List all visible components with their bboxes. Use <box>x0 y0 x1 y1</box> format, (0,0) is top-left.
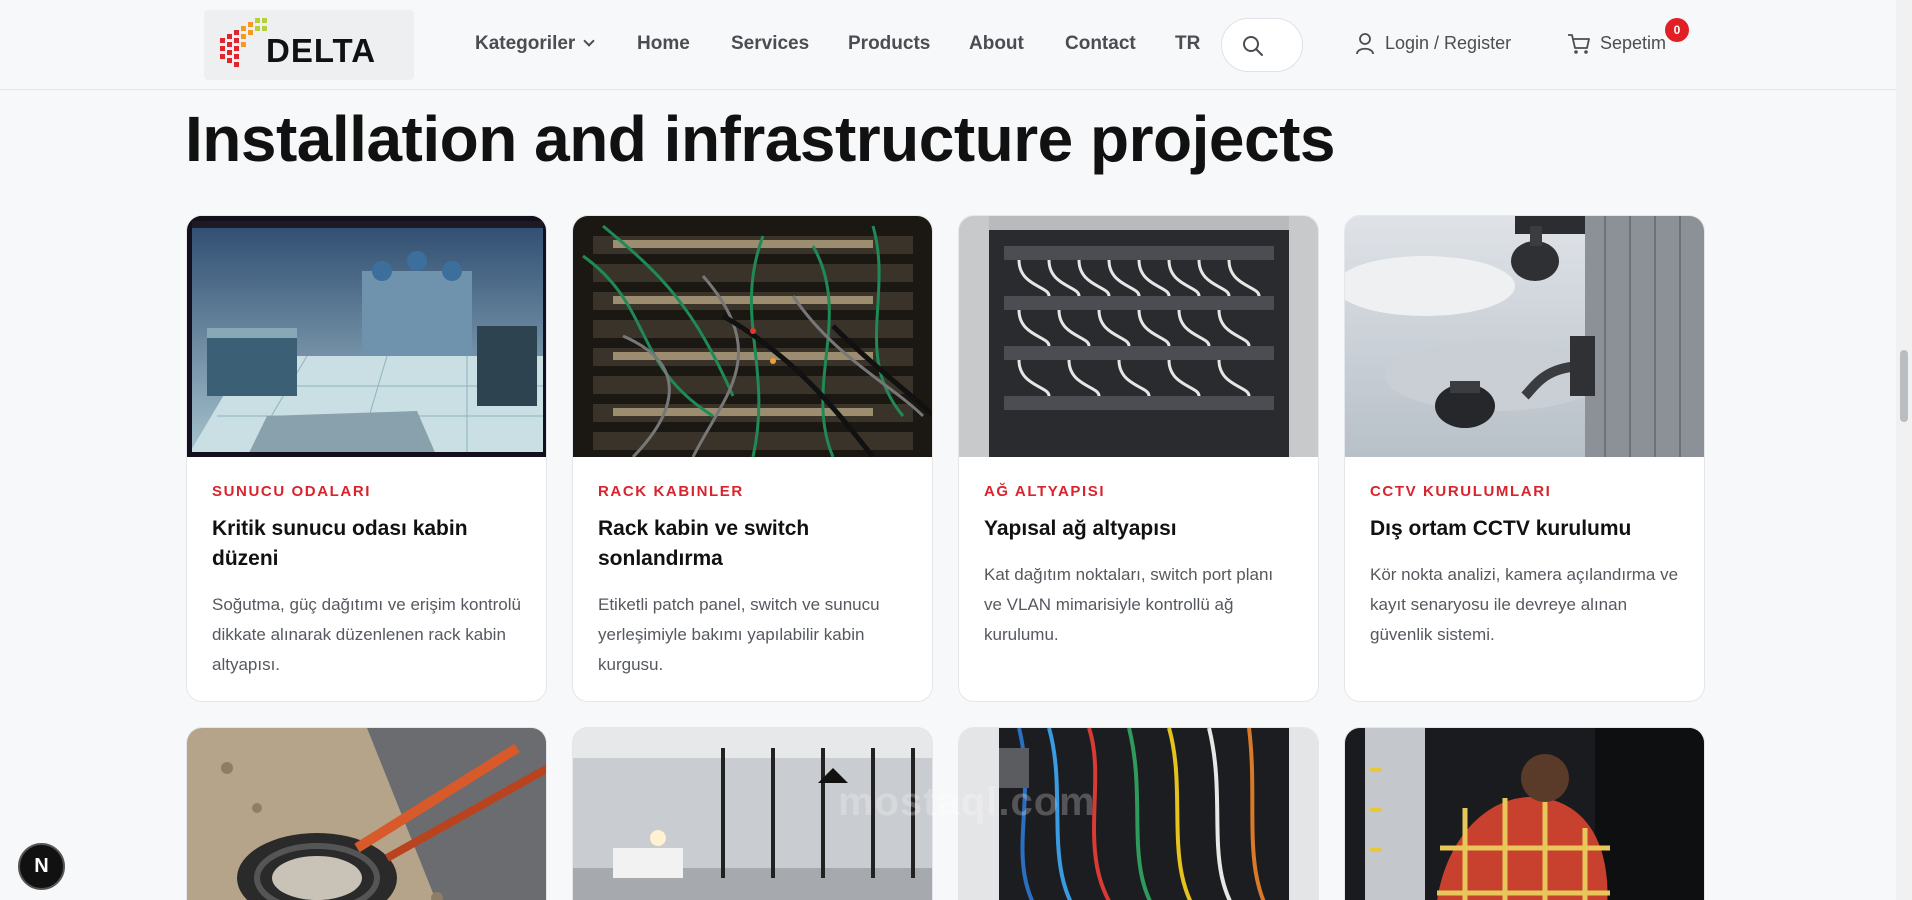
watermark-text: mostaql.com <box>838 780 1096 824</box>
nav-about[interactable]: About <box>969 33 1024 55</box>
project-card-rack-cabinet[interactable]: RACK KABINLER Rack kabin ve switch sonla… <box>572 215 933 702</box>
user-icon <box>1356 33 1374 55</box>
card-description: Kat dağıtım noktaları, switch port planı… <box>984 565 1274 644</box>
cart-icon <box>1568 34 1590 54</box>
brand-logo[interactable]: DELTA <box>204 10 414 80</box>
logo-mark-icon <box>220 18 267 67</box>
scrollbar-thumb[interactable] <box>1900 350 1908 422</box>
card-image-technician <box>1345 728 1704 900</box>
project-card-network[interactable]: AĞ ALTYAPISI Yapısal ağ altyapısı Kat da… <box>958 215 1319 702</box>
project-card-cctv[interactable]: CCTV KURULUMLARI Dış ortam CCTV kurulumu… <box>1344 215 1705 702</box>
nav-language-tr[interactable]: TR <box>1175 33 1200 55</box>
card-image-rack-cabinet <box>573 216 932 457</box>
card-image-network <box>959 216 1318 457</box>
card-category: CCTV KURULUMLARI <box>1370 483 1552 500</box>
cart-label: Sepetim <box>1600 33 1667 53</box>
card-image-server-room <box>187 216 546 457</box>
login-register-label: Login / Register <box>1385 33 1512 53</box>
logo-text: DELTA <box>266 32 377 69</box>
chevron-down-icon <box>583 35 595 47</box>
card-title[interactable]: Rack kabin ve switch sonlandırma <box>598 514 907 574</box>
nav-kategoriler[interactable]: Kategoriler <box>475 33 595 55</box>
nav-home[interactable]: Home <box>637 33 690 55</box>
card-image-fiber-cable <box>187 728 546 900</box>
card-title[interactable]: Dış ortam CCTV kurulumu <box>1370 514 1679 544</box>
project-card-technician[interactable] <box>1344 727 1705 900</box>
card-title[interactable]: Kritik sunucu odası kabin düzeni <box>212 514 521 574</box>
search-button[interactable] <box>1221 18 1303 72</box>
card-category: RACK KABINLER <box>598 483 744 500</box>
cart-link[interactable]: Sepetim <box>1567 33 1666 54</box>
section-title: Installation and infrastructure projects <box>185 103 1336 175</box>
cart-count-badge: 0 <box>1665 18 1689 42</box>
card-description: Kör nokta analizi, kamera açılandırma ve… <box>1370 565 1679 644</box>
card-category: SUNUCU ODALARI <box>212 483 372 500</box>
card-image-cctv <box>1345 216 1704 457</box>
card-title[interactable]: Yapısal ağ altyapısı <box>984 514 1293 544</box>
top-navbar: DELTA Kategoriler Home Services Products… <box>0 0 1896 90</box>
project-card-fiber-cable[interactable] <box>186 727 547 900</box>
nav-kategoriler-label: Kategoriler <box>475 33 576 54</box>
card-description: Etiketli patch panel, switch ve sunucu y… <box>598 595 880 674</box>
page-scrollbar[interactable] <box>1896 0 1912 900</box>
card-description: Soğutma, güç dağıtımı ve erişim kontrolü… <box>212 595 521 674</box>
card-category: AĞ ALTYAPISI <box>984 483 1106 500</box>
nav-products[interactable]: Products <box>848 33 930 55</box>
nav-contact[interactable]: Contact <box>1065 33 1136 55</box>
login-register-link[interactable]: Login / Register <box>1355 33 1512 55</box>
search-icon <box>1243 36 1263 56</box>
nav-services[interactable]: Services <box>731 33 809 55</box>
project-card-server-room[interactable]: SUNUCU ODALARI Kritik sunucu odası kabin… <box>186 215 547 702</box>
floating-n-button[interactable]: N <box>18 843 65 890</box>
